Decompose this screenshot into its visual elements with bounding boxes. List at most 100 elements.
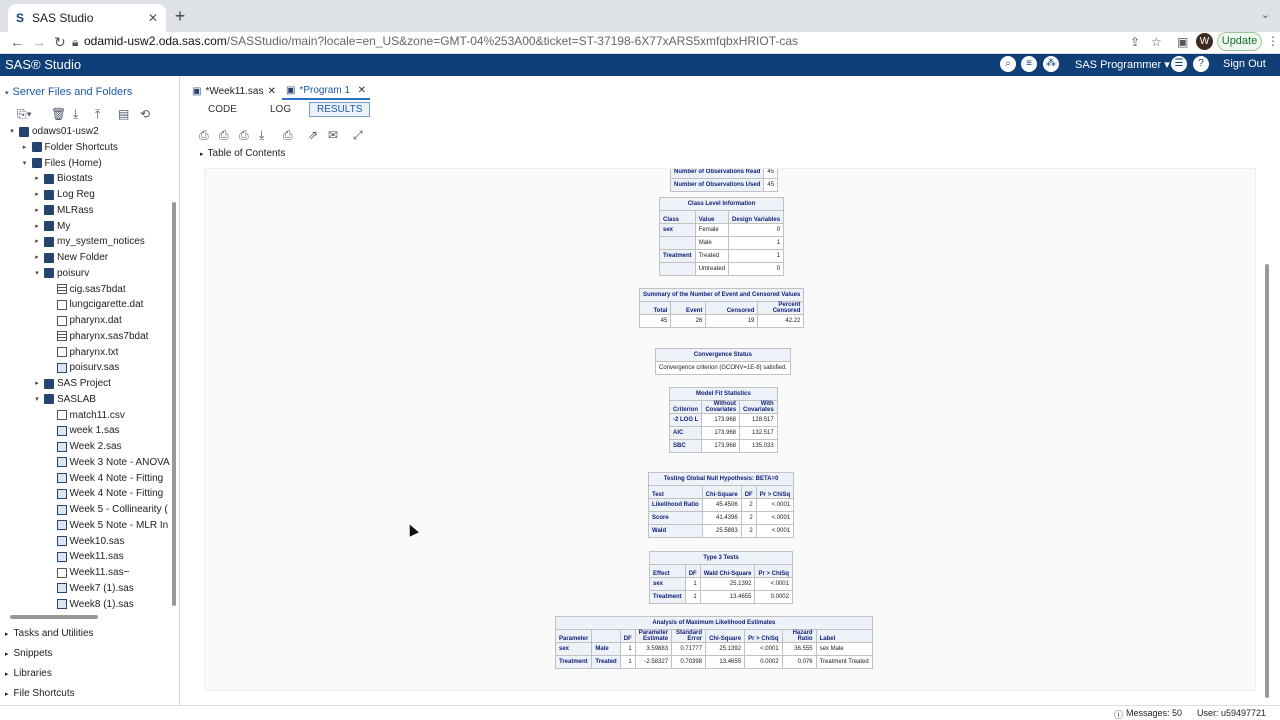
open-new-window-icon[interactable]: ⇗	[308, 128, 318, 142]
tree-item[interactable]: Week 3 Note - ANOVA	[46, 455, 170, 470]
delete-icon[interactable]: 🗑︎	[51, 107, 66, 121]
tree-item-label: Week 4 Note - Fitting	[69, 488, 164, 500]
close-tab-icon[interactable]: ✕	[358, 85, 366, 96]
share-icon[interactable]: ⇪	[1130, 35, 1140, 49]
properties-icon[interactable]: ▤	[118, 107, 129, 121]
expand-chevron-icon[interactable]: ▸	[33, 234, 41, 249]
tree-item[interactable]: Week 4 Note - Fitting	[46, 486, 164, 501]
open-html-icon[interactable]: ⎙	[199, 128, 209, 143]
tab-log[interactable]: LOG	[270, 104, 291, 115]
print-icon[interactable]: ⎙	[283, 128, 293, 143]
profile-avatar[interactable]: W	[1196, 33, 1213, 50]
expand-chevron-icon[interactable]: ▸	[33, 219, 41, 234]
tab-code[interactable]: CODE	[208, 104, 237, 115]
download-icon[interactable]: ⤓	[73, 107, 78, 122]
expand-chevron-icon[interactable]: ▸	[33, 187, 41, 202]
tab-program-1[interactable]: ▣ *Program 1 ✕	[282, 82, 370, 100]
tree-item[interactable]: cig.sas7bdat	[46, 282, 126, 297]
sidebar-toggle-icon[interactable]: ▣	[1177, 35, 1188, 49]
tree-item[interactable]: Week 5 Note - MLR In	[46, 518, 168, 533]
help-icon[interactable]: ?	[1193, 56, 1209, 72]
tree-item[interactable]: ▾ odaws01-usw2	[8, 124, 98, 139]
expand-chevron-icon[interactable]: ▸	[33, 376, 41, 391]
tree-item[interactable]: ▸ Folder Shortcuts	[21, 140, 118, 155]
results-vertical-scrollbar[interactable]	[1265, 264, 1269, 698]
url-field[interactable]: odamid-usw2.oda.sas.com/SASStudio/main?l…	[84, 34, 798, 48]
search-icon[interactable]: ⌕	[1000, 56, 1016, 72]
section-tasks-utilities[interactable]: ▸ Tasks and Utilities	[5, 628, 94, 639]
messages-count[interactable]: Messages: 50	[1126, 708, 1182, 718]
tab-week11[interactable]: ▣ *Week11.sas ✕	[188, 82, 278, 100]
tree-item[interactable]: pharynx.txt	[46, 345, 118, 360]
refresh-icon[interactable]: ⟲	[140, 107, 150, 121]
tree-item[interactable]: ▸ Log Reg	[33, 187, 95, 202]
maximize-icon[interactable]: ⤢	[353, 128, 363, 143]
section-file-shortcuts[interactable]: ▸ File Shortcuts	[5, 688, 75, 699]
expand-chevron-icon[interactable]: ▸	[33, 171, 41, 186]
tree-item[interactable]: week 1.sas	[46, 423, 120, 438]
tree-item[interactable]: ▸ New Folder	[33, 250, 108, 265]
forward-icon[interactable]: →	[32, 34, 46, 50]
tree-item[interactable]: lungcigarette.dat	[46, 297, 143, 312]
tree-item[interactable]: Week11.sas	[46, 549, 124, 564]
reload-icon[interactable]: ↻	[54, 34, 66, 51]
site-lock-icon[interactable]: 🔒︎	[72, 35, 78, 50]
download-results-icon[interactable]: ⤓	[259, 128, 264, 143]
menu-icon[interactable]: ☰	[1171, 56, 1187, 72]
section-libraries[interactable]: ▸ Libraries	[5, 668, 52, 679]
back-icon[interactable]: ←	[10, 34, 24, 50]
tree-item[interactable]: Week11.sas~	[46, 565, 129, 580]
bookmark-star-icon[interactable]: ☆	[1151, 35, 1162, 49]
expand-chevron-icon[interactable]: ▸	[21, 140, 29, 155]
table-of-contents-toggle[interactable]: ▸ Table of Contents	[200, 148, 285, 159]
close-tab-icon[interactable]: ✕	[267, 86, 275, 97]
email-icon[interactable]: ✉	[328, 128, 338, 142]
open-pdf-icon[interactable]: ⎙	[219, 128, 229, 143]
update-button[interactable]: Update	[1217, 32, 1262, 51]
upload-icon[interactable]: ⤒	[95, 107, 100, 122]
table-cell: 0.076	[781, 655, 817, 669]
tree-item[interactable]: ▾ Files (Home)	[21, 156, 102, 171]
tree-item[interactable]: Week 2.sas	[46, 439, 122, 454]
expand-chevron-icon[interactable]: ▾	[33, 392, 41, 407]
server-files-header[interactable]: ▾ Server Files and Folders	[5, 86, 132, 98]
browser-menu-icon[interactable]: ⋮	[1267, 34, 1279, 48]
browser-tab[interactable]: S SAS Studio ✕	[8, 4, 166, 32]
tree-item[interactable]: ▸ SAS Project	[33, 376, 111, 391]
expand-chevron-icon[interactable]: ▾	[33, 266, 41, 281]
database-icon[interactable]: ≡	[1021, 56, 1037, 72]
expand-chevron-icon[interactable]: ▸	[33, 250, 41, 265]
tree-item[interactable]: Week 5 - Collinearity (	[46, 502, 168, 517]
tab-search-chevron-icon[interactable]: ⌄	[1261, 8, 1270, 21]
sign-out-link[interactable]: Sign Out	[1223, 58, 1266, 70]
tree-item[interactable]: ▸ My	[33, 219, 70, 234]
tree-horizontal-scrollbar[interactable]	[10, 615, 98, 619]
tree-item[interactable]: ▸ Biostats	[33, 171, 92, 186]
open-rtf-icon[interactable]: ⎙	[239, 128, 249, 143]
tree-item[interactable]: ▸ my_system_notices	[33, 234, 145, 249]
close-tab-icon[interactable]: ✕	[148, 11, 158, 25]
tree-vertical-scrollbar[interactable]	[172, 202, 176, 606]
tree-item[interactable]: ▾ poisurv	[33, 266, 89, 281]
section-snippets[interactable]: ▸ Snippets	[5, 648, 52, 659]
tree-item[interactable]: ▾ SASLAB	[33, 392, 96, 407]
apps-grid-icon[interactable]: ⁂	[1043, 56, 1059, 72]
tree-item[interactable]: Week 4 Note - Fitting	[46, 471, 163, 486]
new-tab-icon[interactable]: +	[172, 6, 188, 27]
expand-chevron-icon[interactable]: ▾	[8, 124, 16, 139]
expand-chevron-icon[interactable]: ▸	[33, 203, 41, 218]
new-item-icon[interactable]: ⎘▾	[17, 107, 32, 122]
tree-item-label: cig.sas7bdat	[69, 283, 126, 295]
tree-item[interactable]: match11.csv	[46, 408, 125, 423]
tree-item[interactable]: Week10.sas	[46, 534, 124, 549]
tree-item[interactable]: pharynx.sas7bdat	[46, 329, 148, 344]
tab-results[interactable]: RESULTS	[309, 102, 371, 117]
perspective-menu[interactable]: SAS Programmer ▾	[1075, 58, 1170, 71]
tree-item[interactable]: pharynx.dat	[46, 313, 122, 328]
tree-item[interactable]: Week8 (1).sas	[46, 597, 134, 612]
tree-item[interactable]: ▸ MLRass	[33, 203, 93, 218]
expand-chevron-icon[interactable]: ▾	[21, 156, 29, 171]
tree-item[interactable]: Week7 (1).sas	[46, 581, 134, 596]
tree-item[interactable]: poisurv.sas	[46, 360, 119, 375]
table-cell: Female	[694, 223, 730, 237]
